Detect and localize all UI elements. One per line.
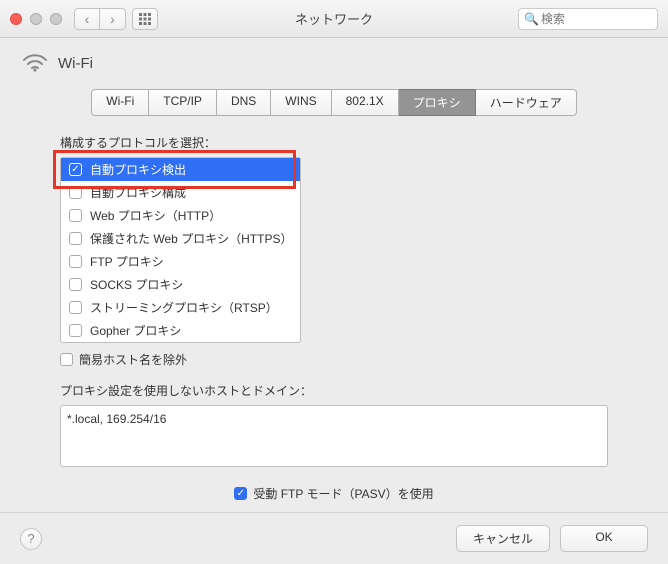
protocol-checkbox[interactable] — [69, 278, 82, 291]
protocol-row[interactable]: Web プロキシ（HTTP） — [61, 204, 300, 227]
grid-icon — [139, 13, 151, 25]
protocol-row[interactable]: ✓ 自動プロキシ検出 — [61, 158, 300, 181]
protocol-row[interactable]: FTP プロキシ — [61, 250, 300, 273]
zoom-window-button[interactable] — [50, 13, 62, 25]
forward-button[interactable]: › — [100, 8, 126, 30]
protocol-checkbox[interactable] — [69, 232, 82, 245]
protocol-label: ストリーミングプロキシ（RTSP） — [90, 299, 278, 316]
cancel-button[interactable]: キャンセル — [456, 525, 550, 552]
show-all-button[interactable] — [132, 8, 158, 30]
tab-0[interactable]: Wi-Fi — [91, 89, 149, 116]
protocol-label: FTP プロキシ — [90, 253, 164, 270]
help-button[interactable]: ? — [20, 528, 42, 550]
pane-title: Wi-Fi — [58, 55, 93, 72]
exclude-simple-hostnames-checkbox[interactable] — [60, 353, 73, 366]
search-icon: 🔍 — [524, 12, 539, 26]
protocol-row[interactable]: 自動プロキシ構成 — [61, 181, 300, 204]
protocol-row[interactable]: ストリーミングプロキシ（RTSP） — [61, 296, 300, 319]
protocol-checkbox[interactable]: ✓ — [69, 163, 82, 176]
protocol-label: Web プロキシ（HTTP） — [90, 207, 221, 224]
protocol-row[interactable]: Gopher プロキシ — [61, 319, 300, 342]
bypass-label: プロキシ設定を使用しないホストとドメイン： — [60, 382, 608, 399]
window-controls — [10, 13, 62, 25]
protocol-checkbox[interactable] — [69, 186, 82, 199]
ok-button[interactable]: OK — [560, 525, 648, 552]
protocol-row[interactable]: SOCKS プロキシ — [61, 273, 300, 296]
search-wrap: 🔍 — [518, 8, 658, 30]
pane-header: Wi-Fi — [0, 38, 668, 85]
titlebar: ‹ › ネットワーク 🔍 — [0, 0, 668, 38]
protocols-list[interactable]: ✓ 自動プロキシ検出自動プロキシ構成 Web プロキシ（HTTP） 保護された Web… — [60, 157, 301, 343]
footer: ? キャンセル OK — [0, 512, 668, 564]
close-window-button[interactable] — [10, 13, 22, 25]
search-input[interactable] — [518, 8, 658, 30]
back-button[interactable]: ‹ — [74, 8, 100, 30]
protocol-label: SOCKS プロキシ — [90, 276, 183, 293]
exclude-simple-hostnames-label: 簡易ホスト名を除外 — [79, 351, 187, 368]
passive-ftp-checkbox[interactable]: ✓ — [234, 487, 247, 500]
tab-4[interactable]: 802.1X — [332, 89, 399, 116]
bypass-textbox[interactable]: *.local, 169.254/16 — [60, 405, 608, 467]
protocol-label: 保護された Web プロキシ（HTTPS） — [90, 230, 292, 247]
minimize-window-button[interactable] — [30, 13, 42, 25]
exclude-simple-hostnames-row[interactable]: 簡易ホスト名を除外 — [60, 351, 608, 368]
nav-buttons: ‹ › — [74, 8, 126, 30]
protocol-label: Gopher プロキシ — [90, 322, 181, 339]
tab-5[interactable]: プロキシ — [399, 89, 476, 116]
protocols-label: 構成するプロトコルを選択： — [60, 134, 608, 151]
protocol-checkbox[interactable] — [69, 324, 82, 337]
content: 構成するプロトコルを選択： ✓ 自動プロキシ検出自動プロキシ構成 Web プロキシ（… — [0, 116, 668, 502]
tab-6[interactable]: ハードウェア — [476, 89, 577, 116]
wifi-icon — [22, 52, 48, 75]
passive-ftp-label: 受動 FTP モード（PASV）を使用 — [253, 485, 433, 502]
protocol-checkbox[interactable] — [69, 301, 82, 314]
protocol-checkbox[interactable] — [69, 255, 82, 268]
tab-1[interactable]: TCP/IP — [149, 89, 217, 116]
protocol-label: 自動プロキシ構成 — [90, 184, 186, 201]
protocol-checkbox[interactable] — [69, 209, 82, 222]
passive-ftp-row[interactable]: ✓ 受動 FTP モード（PASV）を使用 — [60, 485, 608, 502]
protocol-row[interactable]: 保護された Web プロキシ（HTTPS） — [61, 227, 300, 250]
tab-2[interactable]: DNS — [217, 89, 271, 116]
protocol-label: 自動プロキシ検出 — [90, 161, 186, 178]
tab-3[interactable]: WINS — [271, 89, 331, 116]
tabs: Wi-FiTCP/IPDNSWINS802.1Xプロキシハードウェア — [30, 89, 638, 116]
